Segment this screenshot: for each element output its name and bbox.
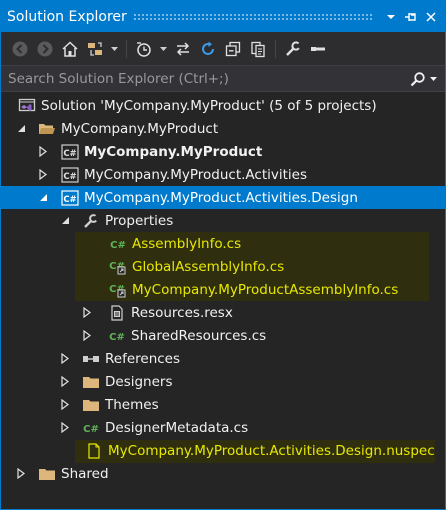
tree-item-designermetadata[interactable]: C# DesignerMetadata.cs	[1, 416, 445, 439]
tree-item-project-activities[interactable]: C# MyCompany.MyProduct.Activities	[1, 163, 445, 186]
toolbar-separator	[275, 39, 276, 58]
tree-item-solution[interactable]: Solution 'MyCompany.MyProduct' (5 of 5 p…	[1, 94, 445, 117]
tree-item-label: AssemblyInfo.cs	[132, 235, 242, 252]
close-icon[interactable]	[421, 7, 441, 27]
tree-item-label: MyCompany.MyProduct	[61, 120, 219, 137]
tree-item-resources[interactable]: Resources.resx	[1, 301, 445, 324]
folder-icon	[82, 396, 100, 414]
collapsed-arrow-icon[interactable]	[36, 140, 50, 163]
csharp-project-icon: C#	[61, 166, 79, 184]
toolbar	[1, 32, 445, 65]
tree-item-label: DesignerMetadata.cs	[105, 419, 249, 436]
tree-item-project-design[interactable]: C# MyCompany.MyProduct.Activities.Design	[1, 186, 445, 209]
search-box	[1, 65, 445, 92]
collapsed-arrow-icon[interactable]	[58, 347, 72, 370]
filter-dropdown-icon[interactable]	[158, 38, 168, 60]
tree-item-shared[interactable]: Shared	[1, 462, 445, 485]
cs-badge: C#	[109, 332, 125, 343]
drag-grip[interactable]	[132, 13, 373, 20]
tree-item-references[interactable]: References	[1, 347, 445, 370]
tree-item-label: MyCompany.MyProduct.Activities.Design.nu…	[108, 442, 435, 459]
wrench-icon	[82, 212, 100, 230]
cs-badge: C#	[83, 424, 99, 435]
cs-badge: C#	[63, 195, 76, 205]
tree-item-globalassemblyinfo[interactable]: C# GlobalAssemblyInfo.cs	[1, 255, 445, 278]
tree-item-folder-mycompany[interactable]: MyCompany.MyProduct	[1, 117, 445, 140]
text-file-icon	[85, 442, 103, 460]
toolbar-separator	[126, 39, 127, 58]
solution-tree: Solution 'MyCompany.MyProduct' (5 of 5 p…	[1, 94, 445, 485]
collapsed-arrow-icon[interactable]	[36, 163, 50, 186]
back-icon[interactable]	[9, 38, 31, 60]
properties-icon[interactable]	[282, 38, 304, 60]
solution-icon	[18, 97, 36, 115]
collapsed-arrow-icon[interactable]	[80, 301, 94, 324]
window-menu-dropdown-icon[interactable]	[381, 7, 401, 27]
switch-views-dropdown-icon[interactable]	[109, 38, 119, 60]
folder-icon	[82, 373, 100, 391]
tree-item-nuspec[interactable]: MyCompany.MyProduct.Activities.Design.nu…	[1, 439, 445, 462]
csharp-file-icon: C#	[109, 235, 127, 253]
show-all-files-icon[interactable]	[247, 38, 269, 60]
folder-open-icon	[38, 120, 56, 138]
tree-item-label: MyCompany.MyProduct	[84, 143, 263, 160]
tree-item-label: Resources.resx	[131, 304, 233, 321]
tree-item-label: SharedResources.cs	[131, 327, 267, 344]
search-icon[interactable]	[410, 71, 426, 87]
tree-item-sharedresources[interactable]: C# SharedResources.cs	[1, 324, 445, 347]
tree-item-label: MyCompany.MyProductAssemblyInfo.cs	[132, 281, 399, 298]
collapsed-arrow-icon[interactable]	[14, 462, 28, 485]
csharp-project-icon: C#	[61, 189, 79, 207]
search-input[interactable]	[1, 69, 410, 88]
collapsed-arrow-icon[interactable]	[58, 416, 72, 439]
csharp-linked-file-icon: C#	[109, 258, 127, 276]
title-bar[interactable]: Solution Explorer	[1, 1, 445, 32]
resource-file-icon	[108, 304, 126, 322]
tree-item-label: GlobalAssemblyInfo.cs	[132, 258, 285, 275]
expanded-arrow-icon[interactable]	[58, 209, 72, 232]
solution-explorer-window: Solution Explorer Search Solution Explor…	[0, 0, 446, 510]
tree-item-designers[interactable]: Designers	[1, 370, 445, 393]
collapse-all-icon[interactable]	[222, 38, 244, 60]
tree-item-label: Designers	[105, 373, 173, 390]
tree-item-label: Solution 'MyCompany.MyProduct' (5 of 5 p…	[41, 97, 377, 114]
preview-icon[interactable]	[307, 38, 329, 60]
switch-views-icon[interactable]	[84, 38, 106, 60]
csharp-file-icon: C#	[108, 327, 126, 345]
home-icon[interactable]	[59, 38, 81, 60]
forward-icon[interactable]	[34, 38, 56, 60]
tree-item-label: Shared	[61, 465, 109, 482]
cs-badge: C#	[63, 149, 76, 159]
tree-item-productassemblyinfo[interactable]: C# MyCompany.MyProductAssemblyInfo.cs	[1, 278, 445, 301]
references-icon	[82, 350, 100, 368]
pin-icon[interactable]	[401, 7, 421, 27]
csharp-linked-file-icon: C#	[109, 281, 127, 299]
collapsed-arrow-icon[interactable]	[58, 393, 72, 416]
refresh-icon[interactable]	[197, 38, 219, 60]
tree-item-assemblyinfo[interactable]: C# AssemblyInfo.cs	[1, 232, 445, 255]
expanded-arrow-icon[interactable]	[36, 186, 50, 209]
csharp-project-icon: C#	[61, 143, 79, 161]
tree-item-label: MyCompany.MyProduct.Activities.Design	[84, 189, 358, 206]
search-icons	[410, 71, 445, 87]
tree-item-label: MyCompany.MyProduct.Activities	[84, 166, 308, 183]
tree-item-project-main[interactable]: C# MyCompany.MyProduct	[1, 140, 445, 163]
collapsed-arrow-icon[interactable]	[80, 324, 94, 347]
collapsed-arrow-icon[interactable]	[58, 370, 72, 393]
pending-changes-filter-icon[interactable]	[133, 38, 155, 60]
cs-badge: C#	[110, 240, 126, 251]
tree-item-label: References	[105, 350, 181, 367]
csharp-file-icon: C#	[82, 419, 100, 437]
tree-item-themes[interactable]: Themes	[1, 393, 445, 416]
tree-item-label: Themes	[105, 396, 159, 413]
expanded-arrow-icon[interactable]	[14, 117, 28, 140]
folder-icon	[38, 465, 56, 483]
search-options-dropdown-icon[interactable]	[430, 76, 437, 81]
window-title: Solution Explorer	[7, 8, 127, 25]
tree-item-properties[interactable]: Properties	[1, 209, 445, 232]
sync-icon[interactable]	[172, 38, 194, 60]
cs-badge: C#	[63, 172, 76, 182]
tree-item-label: Properties	[105, 212, 174, 229]
